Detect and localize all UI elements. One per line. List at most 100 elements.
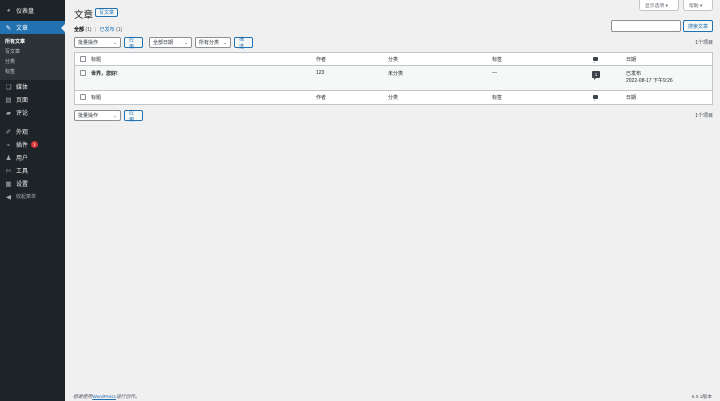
menu-tools[interactable]: ✄ 工具 (0, 164, 65, 177)
chevron-down-icon: ⌄ (223, 39, 227, 45)
chevron-down-icon: ⌄ (113, 39, 117, 45)
column-author: 作者 (316, 57, 327, 63)
table-footer-row: 标题 作者 分类 标签 日期 (75, 91, 712, 104)
page-icon: ▤ (5, 96, 12, 104)
posts-table: 标题 作者 分类 标签 日期 世界，您好! 123 未分类 — 1 已发布 20… (74, 52, 713, 105)
menu-plugins[interactable]: ⌁ 插件 1 (0, 138, 65, 151)
column-date-sort[interactable]: 日期 (626, 56, 636, 63)
plugin-update-badge: 1 (31, 141, 39, 148)
category-filter-value: 所有分类 (199, 40, 220, 46)
row-checkbox[interactable] (80, 70, 86, 76)
filter-button[interactable]: 筛选 (234, 37, 253, 50)
menu-comments-label: 评论 (16, 111, 29, 117)
select-all-checkbox-bottom[interactable] (80, 94, 86, 100)
menu-pages-label: 页面 (16, 98, 29, 104)
column-title-sort[interactable]: 标题 (91, 56, 101, 63)
screen-options-button[interactable]: 显示选项 ▾ (639, 0, 679, 11)
menu-media-label: 媒体 (16, 85, 29, 91)
post-tags: — (492, 70, 497, 76)
column-author-bottom: 作者 (316, 95, 327, 101)
collapse-menu-button[interactable]: ◀ 收起菜单 (0, 190, 65, 203)
column-date-sort-bottom[interactable]: 日期 (626, 94, 636, 101)
items-count-bottom: 1个项目 (695, 113, 713, 119)
footer-version: 6.0.1版本 (691, 395, 712, 400)
bulk-action-value: 批量操作 (78, 40, 99, 46)
settings-icon: ▦ (5, 180, 12, 188)
comment-count-bubble[interactable]: 1 (592, 71, 600, 80)
submenu-add-new[interactable]: 写文章 (0, 47, 65, 57)
date-filter-value: 全部日期 (153, 40, 174, 46)
post-search-input[interactable] (611, 20, 681, 32)
menu-appearance[interactable]: ✐ 外观 (0, 125, 65, 138)
menu-settings[interactable]: ▦ 设置 (0, 177, 65, 190)
media-icon: ❏ (5, 83, 12, 91)
footer-credit-suffix: 进行创作。 (115, 395, 140, 400)
apply-bulk-button-top[interactable]: 应用 (124, 37, 143, 50)
submenu-tags[interactable]: 标签 (0, 67, 65, 77)
select-all-checkbox[interactable] (80, 56, 86, 62)
items-count-top: 1个项目 (695, 40, 713, 46)
menu-users-label: 用户 (16, 156, 29, 162)
table-header-row: 标题 作者 分类 标签 日期 (75, 53, 712, 66)
collapse-menu-label: 收起菜单 (16, 194, 37, 200)
status-filter-links: 全部 (1) | 已发布 (1) (74, 26, 122, 33)
apply-bulk-button-bottom[interactable]: 应用 (124, 110, 143, 123)
chevron-down-icon: ⌄ (113, 112, 117, 118)
add-new-post-button[interactable]: 写文章 (95, 8, 119, 17)
dashboard-icon: ◕ (6, 7, 11, 14)
bulk-action-value-bottom: 批量操作 (78, 113, 99, 119)
wordpress-link[interactable]: WordPress (92, 395, 116, 400)
submenu-categories[interactable]: 分类 (0, 57, 65, 67)
table-row: 世界，您好! 123 未分类 — 1 已发布 2022-08-17 下午9:26 (75, 66, 712, 91)
post-title-link[interactable]: 世界，您好! (91, 70, 118, 77)
menu-pages[interactable]: ▤ 页面 (0, 93, 65, 106)
brush-icon: ✐ (5, 128, 12, 136)
menu-settings-label: 设置 (16, 182, 29, 188)
date-filter-select[interactable]: 全部日期 ⌄ (149, 37, 192, 48)
menu-dashboard-label: 仪表盘 (16, 9, 35, 15)
menu-users[interactable]: ♟ 用户 (0, 151, 65, 164)
menu-plugins-label: 插件 (16, 143, 29, 149)
plugin-icon: ⌁ (6, 141, 11, 149)
wrench-icon: ✄ (5, 167, 12, 175)
page-title: 文章 (74, 10, 94, 21)
pin-icon: ✎ (5, 24, 12, 32)
posts-submenu: 所有文章 写文章 分类 标签 (0, 34, 65, 80)
menu-posts[interactable]: ✎ 文章 (0, 21, 65, 34)
post-date: 2022-08-17 下午9:26 (626, 78, 673, 84)
post-author-link[interactable]: 123 (316, 70, 324, 76)
column-tags-bottom: 标签 (492, 95, 503, 101)
collapse-icon: ◀ (6, 193, 11, 201)
post-category-link[interactable]: 未分类 (388, 70, 403, 77)
column-categories-bottom: 分类 (388, 95, 399, 101)
user-icon: ♟ (5, 154, 12, 162)
comment-icon: ▰ (6, 109, 11, 117)
menu-appearance-label: 外观 (16, 130, 29, 136)
chevron-down-icon: ⌄ (184, 39, 188, 45)
search-posts-button[interactable]: 搜索文章 (683, 20, 713, 32)
filter-all-count: (1) (85, 27, 92, 33)
menu-tools-label: 工具 (16, 169, 29, 175)
admin-sidebar: ◕ 仪表盘 ✎ 文章 所有文章 写文章 分类 标签 ❏ 媒体 ▤ 页面 ▰ 评论… (0, 0, 65, 401)
menu-media[interactable]: ❏ 媒体 (0, 80, 65, 93)
column-title-sort-bottom[interactable]: 标题 (91, 94, 101, 101)
filter-separator: | (94, 27, 97, 33)
submenu-all-posts[interactable]: 所有文章 (0, 37, 65, 47)
menu-posts-label: 文章 (16, 26, 29, 32)
bulk-action-select-top[interactable]: 批量操作 ⌄ (74, 37, 121, 48)
filter-all-link[interactable]: 全部 (74, 27, 84, 33)
filter-published-link[interactable]: 已发布 (100, 27, 115, 33)
filter-published-count: (1) (116, 27, 123, 33)
comments-column-icon (593, 57, 598, 63)
post-status: 已发布 (626, 71, 642, 77)
help-button[interactable]: 帮助 ▾ (683, 0, 713, 11)
footer-credit: 感谢使用WordPress进行创作。 (73, 393, 140, 400)
menu-dashboard[interactable]: ◕ 仪表盘 (0, 4, 65, 17)
column-tags: 标签 (492, 57, 503, 63)
column-categories: 分类 (388, 57, 399, 63)
bulk-action-select-bottom[interactable]: 批量操作 ⌄ (74, 110, 121, 121)
footer-credit-prefix: 感谢使用 (73, 395, 93, 400)
comments-column-icon (593, 95, 598, 101)
menu-comments[interactable]: ▰ 评论 (0, 106, 65, 119)
category-filter-select[interactable]: 所有分类 ⌄ (195, 37, 231, 48)
